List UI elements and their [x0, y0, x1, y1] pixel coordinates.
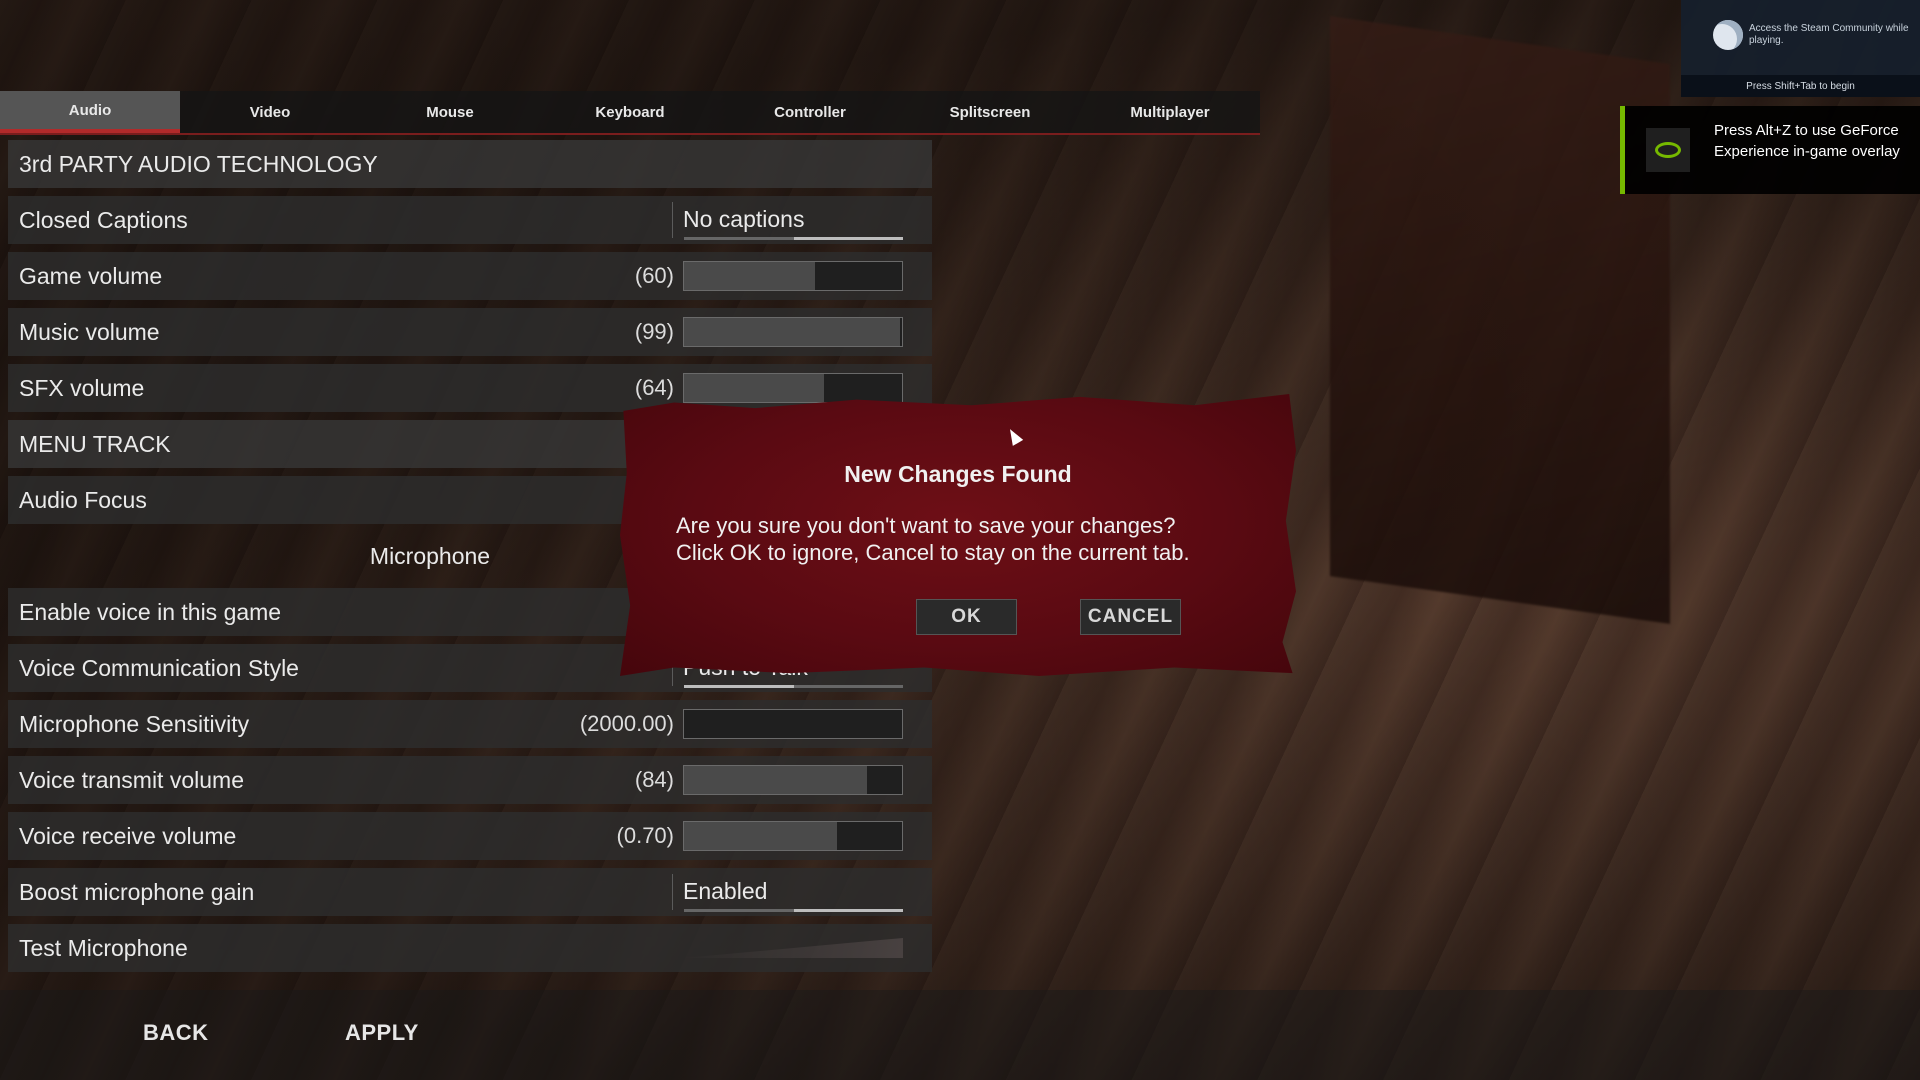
nvidia-logo-icon	[1646, 128, 1690, 172]
cancel-button[interactable]: CANCEL	[1080, 599, 1181, 635]
menu-track-label: MENU TRACK	[19, 430, 171, 457]
tab-controller[interactable]: Controller	[720, 91, 900, 133]
music-volume-label: Music volume	[19, 318, 160, 345]
mic-sensitivity-row: Microphone Sensitivity (2000.00)	[8, 700, 932, 748]
sfx-volume-slider-fill	[684, 374, 824, 402]
boost-mic-label: Boost microphone gain	[19, 878, 255, 905]
steam-overlay-text: Access the Steam Community while playing…	[1749, 23, 1909, 46]
music-volume-value: (99)	[634, 319, 674, 344]
dialog-message: Are you sure you don't want to save your…	[676, 512, 1256, 566]
voice-receive-label: Voice receive volume	[19, 822, 237, 849]
closed-captions-select[interactable]: No captions	[672, 202, 903, 240]
ok-button[interactable]: OK	[916, 599, 1017, 635]
boost-mic-value: Enabled	[683, 878, 768, 904]
dialog-message-line-1: Are you sure you don't want to save your…	[676, 513, 1176, 538]
nvidia-eye-icon	[1655, 142, 1681, 158]
geforce-overlay-text: Press Alt+Z to use GeForce Experience in…	[1714, 122, 1900, 160]
tab-video[interactable]: Video	[180, 91, 360, 133]
third-party-audio-row[interactable]: 3rd PARTY AUDIO TECHNOLOGY	[8, 140, 932, 188]
steam-logo-icon	[1713, 20, 1743, 50]
steam-overlay-hint: Press Shift+Tab to begin	[1681, 75, 1920, 97]
dialog-message-line-2: Click OK to ignore, Cancel to stay on th…	[676, 540, 1190, 565]
closed-captions-row: Closed Captions No captions	[8, 196, 932, 244]
mic-sensitivity-slider[interactable]	[683, 709, 903, 739]
voice-transmit-row: Voice transmit volume (84)	[8, 756, 932, 804]
sfx-volume-slider[interactable]	[683, 373, 903, 403]
boost-mic-row: Boost microphone gain Enabled	[8, 868, 932, 916]
closed-captions-value: No captions	[683, 206, 805, 232]
music-volume-slider[interactable]	[683, 317, 903, 347]
game-volume-slider-fill	[684, 262, 815, 290]
game-volume-value: (60)	[634, 263, 674, 288]
apply-button[interactable]: APPLY	[345, 1020, 419, 1046]
voice-receive-slider-fill	[684, 822, 837, 850]
steam-overlay-notification: Access the Steam Community while playing…	[1681, 0, 1920, 97]
microphone-section-title: Microphone	[369, 542, 491, 569]
mic-sensitivity-label: Microphone Sensitivity	[19, 710, 250, 737]
sfx-volume-value: (64)	[634, 375, 674, 400]
voice-transmit-label: Voice transmit volume	[19, 766, 244, 793]
sfx-volume-label: SFX volume	[19, 374, 145, 401]
test-mic-label: Test Microphone	[19, 934, 188, 961]
closed-captions-label: Closed Captions	[19, 206, 188, 233]
third-party-audio-label: 3rd PARTY AUDIO TECHNOLOGY	[19, 150, 378, 177]
tab-multiplayer[interactable]: Multiplayer	[1080, 91, 1260, 133]
sfx-volume-row: SFX volume (64)	[8, 364, 932, 412]
mic-sensitivity-value: (2000.00)	[579, 711, 674, 736]
tab-keyboard[interactable]: Keyboard	[540, 91, 720, 133]
test-mic-row: Test Microphone	[8, 924, 932, 972]
game-volume-row: Game volume (60)	[8, 252, 932, 300]
voice-comm-style-label: Voice Communication Style	[19, 654, 299, 681]
voice-receive-row: Voice receive volume (0.70)	[8, 812, 932, 860]
tab-audio[interactable]: Audio	[0, 91, 180, 133]
game-volume-label: Game volume	[19, 262, 163, 289]
boost-mic-underline	[684, 909, 903, 912]
tab-splitscreen[interactable]: Splitscreen	[900, 91, 1080, 133]
boost-mic-select[interactable]: Enabled	[672, 874, 903, 912]
tab-mouse[interactable]: Mouse	[360, 91, 540, 133]
voice-transmit-slider-fill	[684, 766, 868, 794]
settings-tab-bar: Audio Video Mouse Keyboard Controller Sp…	[0, 91, 1260, 135]
dialog-title: New Changes Found	[844, 461, 1072, 487]
voice-comm-style-underline	[684, 685, 903, 688]
voice-receive-slider[interactable]	[683, 821, 903, 851]
boost-mic-underline-mark	[793, 909, 903, 912]
settings-footer: BACK APPLY	[0, 990, 1920, 1080]
voice-receive-value: (0.70)	[616, 823, 674, 848]
voice-comm-style-underline-mark	[684, 685, 794, 688]
game-volume-slider[interactable]	[683, 261, 903, 291]
music-volume-slider-fill	[684, 318, 900, 346]
geforce-overlay-notification: Press Alt+Z to use GeForce Experience in…	[1620, 106, 1920, 194]
closed-captions-underline-mark	[793, 237, 903, 240]
music-volume-row: Music volume (99)	[8, 308, 932, 356]
unsaved-changes-dialog: New Changes Found Are you sure you don't…	[620, 394, 1296, 676]
test-mic-meter	[683, 938, 903, 958]
enable-voice-label: Enable voice in this game	[19, 598, 282, 625]
audio-focus-label: Audio Focus	[19, 486, 147, 513]
closed-captions-underline	[684, 237, 903, 240]
back-button[interactable]: BACK	[143, 1020, 209, 1046]
voice-transmit-value: (84)	[634, 767, 674, 792]
voice-transmit-slider[interactable]	[683, 765, 903, 795]
